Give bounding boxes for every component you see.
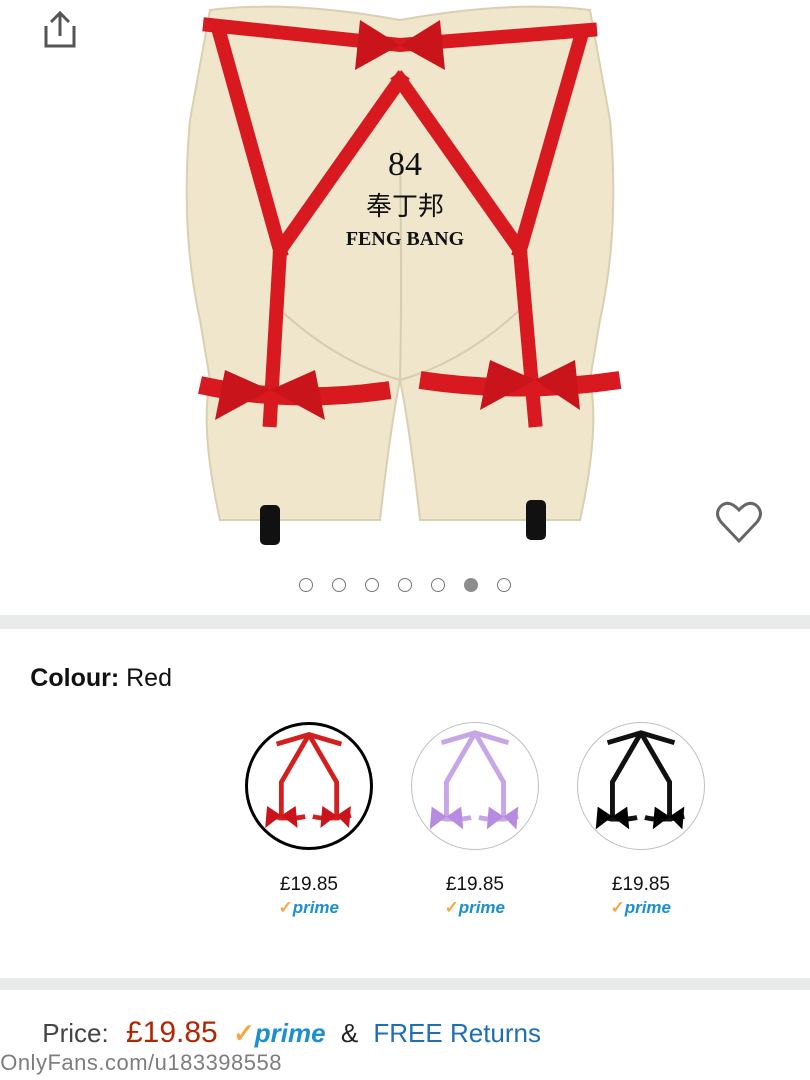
price-label: Price: xyxy=(42,1018,109,1048)
swatch-image-red xyxy=(245,722,373,850)
prime-badge-icon: ✓prime xyxy=(278,898,340,917)
heart-icon xyxy=(716,501,762,544)
prime-badge-icon: ✓prime xyxy=(444,898,506,917)
colour-swatches: £19.85 ✓prime £19.85 ✓prime £19.85 ✓prim… xyxy=(0,722,810,932)
swatch-price: £19.85 xyxy=(445,874,505,895)
product-image: 84 奉丁邦 FENG BANG xyxy=(185,5,622,545)
product-page: 84 奉丁邦 FENG BANG Colour: Red £19.85 ✓pri… xyxy=(0,0,810,1080)
wishlist-button[interactable] xyxy=(714,498,764,548)
colour-label: Colour: xyxy=(30,664,119,692)
colour-value: Red xyxy=(125,664,172,692)
swatch-price: £19.85 xyxy=(611,874,671,895)
pagination-dot[interactable] xyxy=(398,578,412,592)
swatch-lilac[interactable]: £19.85 ✓prime xyxy=(410,722,540,918)
swatch-image-lilac xyxy=(411,722,539,850)
pagination-dot[interactable] xyxy=(332,578,346,592)
price-value: £19.85 xyxy=(125,1016,218,1049)
prime-badge-icon: ✓prime xyxy=(610,898,672,917)
swatch-red[interactable]: £19.85 ✓prime xyxy=(244,722,374,918)
swatch-black[interactable]: £19.85 ✓prime xyxy=(576,722,706,918)
mannequin-number: 84 xyxy=(388,146,422,183)
colour-selector-label: Colour: Red xyxy=(30,664,172,693)
gallery-pagination[interactable] xyxy=(0,578,810,598)
swatch-image-black xyxy=(577,722,705,850)
section-divider xyxy=(0,978,810,990)
pagination-dot[interactable] xyxy=(464,578,478,592)
free-returns-link[interactable]: FREE Returns xyxy=(373,1018,541,1048)
prime-badge-icon: ✓prime xyxy=(232,1018,326,1048)
section-divider xyxy=(0,615,810,629)
watermark: OnlyFans.com/u183398558 xyxy=(0,1050,282,1075)
mannequin-brand-cn: 奉丁邦 xyxy=(366,192,444,222)
ampersand: & xyxy=(340,1018,358,1048)
product-image-gallery[interactable]: 84 奉丁邦 FENG BANG xyxy=(0,0,810,615)
pagination-dot[interactable] xyxy=(431,578,445,592)
swatch-price: £19.85 xyxy=(279,874,339,895)
mannequin-brand-en: FENG BANG xyxy=(346,228,465,250)
share-icon xyxy=(44,10,76,48)
share-button[interactable] xyxy=(38,8,82,52)
pagination-dot[interactable] xyxy=(365,578,379,592)
pagination-dot[interactable] xyxy=(497,578,511,592)
price-row: Price: £19.85 ✓prime & FREE Returns xyxy=(28,1016,541,1050)
pagination-dot[interactable] xyxy=(299,578,313,592)
